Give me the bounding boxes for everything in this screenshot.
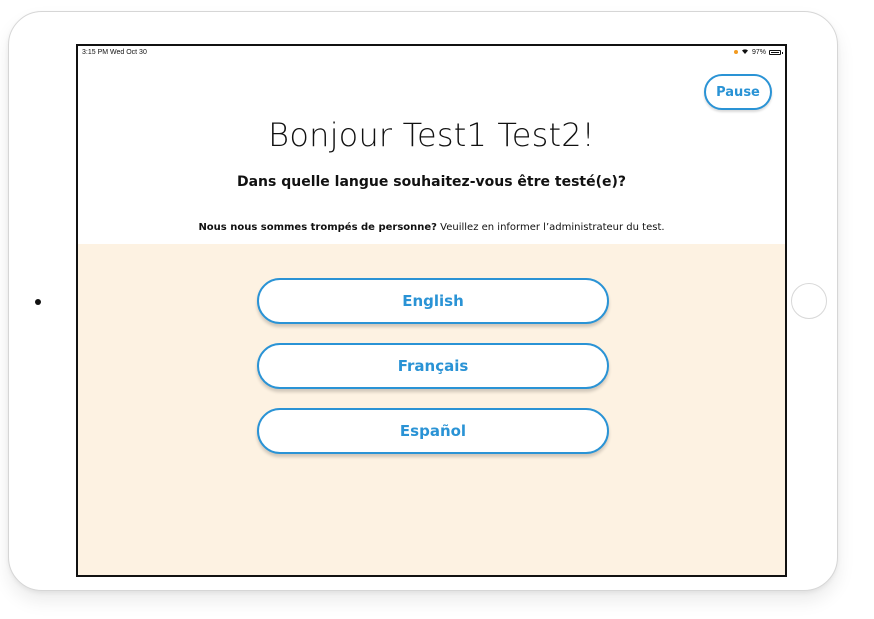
wifi-icon (741, 48, 749, 56)
screen: 3:15 PM Wed Oct 30 97% Pause Bonjour Tes… (76, 44, 787, 577)
battery-icon (769, 49, 783, 55)
wrong-person-notice: Nous nous sommes trompés de personne? Ve… (78, 222, 785, 233)
tablet-frame: 3:15 PM Wed Oct 30 97% Pause Bonjour Tes… (8, 11, 838, 591)
pause-button[interactable]: Pause (704, 74, 772, 110)
recording-dot-icon (733, 50, 738, 54)
language-button-francais[interactable]: Français (257, 343, 609, 389)
home-button[interactable] (791, 283, 827, 319)
status-time: 3:15 PM Wed Oct 30 (82, 49, 147, 56)
camera-dot (35, 299, 41, 305)
page-title: Bonjour Test1 Test2! (268, 116, 595, 154)
battery-percent: 97% (751, 48, 766, 56)
notice-bold-text: Nous nous sommes trompés de personne? (198, 222, 437, 233)
status-indicators: 97% (733, 48, 783, 56)
status-bar: 3:15 PM Wed Oct 30 97% (78, 46, 785, 60)
notice-text: Veuillez en informer l’administrateur du… (436, 222, 665, 233)
language-button-english[interactable]: English (257, 278, 609, 324)
language-panel: English Français Español (78, 244, 785, 575)
language-question: Dans quelle langue souhaitez-vous être t… (236, 174, 627, 190)
language-button-espanol[interactable]: Español (257, 408, 609, 454)
